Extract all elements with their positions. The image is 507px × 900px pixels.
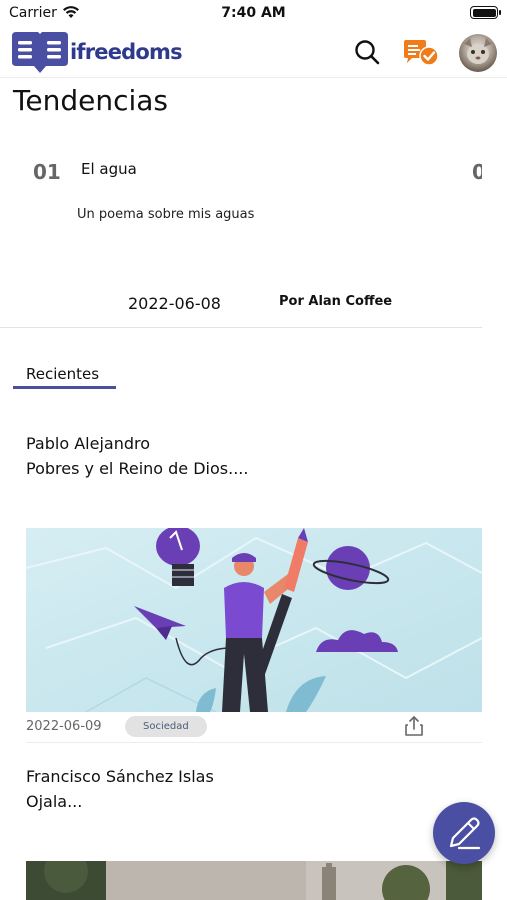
post-title[interactable]: Ojala...	[26, 789, 482, 814]
pencil-icon	[449, 817, 481, 850]
trending-section-title: Tendencias	[13, 84, 168, 117]
trending-next-rank-peek: 0	[472, 160, 482, 184]
search-icon[interactable]	[354, 39, 380, 65]
logo-text: ifreedoms	[70, 40, 183, 64]
clock: 7:40 AM	[221, 5, 286, 21]
tab-recientes-label: Recientes	[26, 365, 100, 383]
post-author: Pablo Alejandro	[26, 434, 151, 453]
notes-check-icon[interactable]	[402, 38, 440, 68]
post-author: Francisco Sánchez Islas	[26, 767, 214, 786]
app-header: ifreedoms	[0, 26, 507, 78]
trending-rank: 01	[33, 160, 61, 184]
status-bar: Carrier 7:40 AM	[0, 0, 507, 26]
post-item[interactable]: Francisco Sánchez Islas Ojala...	[26, 764, 482, 814]
post-date: 2022-06-09	[26, 719, 102, 734]
compose-button[interactable]	[433, 802, 495, 864]
trending-card[interactable]: 01 El agua 0 Un poema sobre mis aguas 20…	[0, 140, 482, 328]
post-cover-image[interactable]	[26, 861, 482, 900]
tab-recientes[interactable]: Recientes	[13, 365, 116, 389]
trending-post-description: Un poema sobre mis aguas	[77, 207, 255, 222]
app-logo[interactable]: ifreedoms	[10, 30, 183, 74]
post-meta-bar: 2022-06-09 Sociedad	[26, 711, 482, 743]
post-title[interactable]: Pobres y el Reino de Dios....	[26, 456, 482, 481]
battery-icon	[470, 6, 501, 19]
trending-post-date: 2022-06-08	[128, 294, 221, 313]
post-item[interactable]: Pablo Alejandro Pobres y el Reino de Dio…	[26, 431, 482, 481]
post-illustration	[26, 528, 482, 712]
post-photo	[26, 861, 482, 900]
user-avatar[interactable]	[459, 34, 497, 72]
avatar-photo	[464, 38, 492, 64]
trending-post-author[interactable]: Por Alan Coffee	[279, 294, 392, 309]
trending-post-title[interactable]: El agua	[81, 160, 137, 178]
share-icon[interactable]	[404, 715, 424, 737]
post-cover-image[interactable]	[26, 528, 482, 712]
logo-book-icon	[12, 32, 68, 73]
category-badge[interactable]: Sociedad	[125, 716, 207, 737]
